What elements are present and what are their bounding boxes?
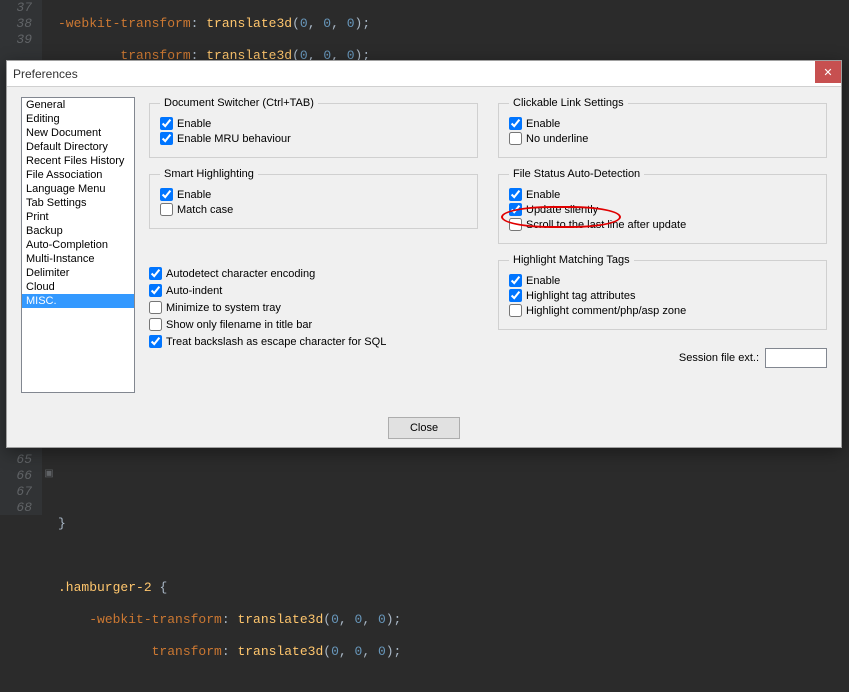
line-number: 39: [0, 32, 32, 48]
category-listbox[interactable]: GeneralEditingNew DocumentDefault Direct…: [21, 97, 135, 393]
group-legend: File Status Auto-Detection: [509, 168, 644, 180]
category-item[interactable]: New Document: [22, 126, 134, 140]
autodetect-encoding-checkbox[interactable]: Autodetect character encoding: [149, 267, 478, 280]
group-legend: Highlight Matching Tags: [509, 254, 634, 266]
session-ext-input[interactable]: [765, 348, 827, 368]
autoindent-checkbox[interactable]: Auto-indent: [149, 284, 478, 297]
close-button[interactable]: Close: [388, 417, 460, 439]
file-status-group: File Status Auto-Detection Enable Update…: [498, 168, 827, 244]
highlight-tags-group: Highlight Matching Tags Enable Highlight…: [498, 254, 827, 330]
category-item[interactable]: Editing: [22, 112, 134, 126]
clickable-link-group: Clickable Link Settings Enable No underl…: [498, 97, 827, 158]
group-legend: Smart Highlighting: [160, 168, 258, 180]
backslash-sql-checkbox[interactable]: Treat backslash as escape character for …: [149, 335, 478, 348]
smart-highlight-enable-checkbox[interactable]: Enable: [160, 188, 467, 201]
category-item[interactable]: Auto-Completion: [22, 238, 134, 252]
matchtags-comment-checkbox[interactable]: Highlight comment/php/asp zone: [509, 304, 816, 317]
line-number: 37: [0, 0, 32, 16]
document-switcher-group: Document Switcher (Ctrl+TAB) Enable Enab…: [149, 97, 478, 158]
minimize-tray-checkbox[interactable]: Minimize to system tray: [149, 301, 478, 314]
group-legend: Document Switcher (Ctrl+TAB): [160, 97, 318, 109]
smart-highlighting-group: Smart Highlighting Enable Match case: [149, 168, 478, 229]
filestatus-enable-checkbox[interactable]: Enable: [509, 188, 816, 201]
category-item[interactable]: Cloud: [22, 280, 134, 294]
preferences-dialog: Preferences ✕ GeneralEditingNew Document…: [6, 60, 842, 448]
category-item[interactable]: Language Menu: [22, 182, 134, 196]
filestatus-silent-checkbox[interactable]: Update silently: [509, 203, 816, 216]
line-number: 68: [0, 500, 32, 516]
category-item[interactable]: MISC.: [22, 294, 134, 308]
category-item[interactable]: Default Directory: [22, 140, 134, 154]
category-item[interactable]: Tab Settings: [22, 196, 134, 210]
category-item[interactable]: General: [22, 98, 134, 112]
category-item[interactable]: Delimiter: [22, 266, 134, 280]
line-number: 65: [0, 452, 32, 468]
filename-titlebar-checkbox[interactable]: Show only filename in title bar: [149, 318, 478, 331]
clickable-nounderline-checkbox[interactable]: No underline: [509, 132, 816, 145]
close-icon[interactable]: ✕: [815, 61, 841, 83]
group-legend: Clickable Link Settings: [509, 97, 628, 109]
doc-switcher-enable-checkbox[interactable]: Enable: [160, 117, 467, 130]
doc-switcher-mru-checkbox[interactable]: Enable MRU behaviour: [160, 132, 467, 145]
category-item[interactable]: Recent Files History: [22, 154, 134, 168]
fold-marker-icon[interactable]: ▣: [44, 468, 54, 480]
clickable-enable-checkbox[interactable]: Enable: [509, 117, 816, 130]
misc-options: Autodetect character encoding Auto-inden…: [149, 263, 478, 352]
category-item[interactable]: Multi-Instance: [22, 252, 134, 266]
line-number: 67: [0, 484, 32, 500]
category-item[interactable]: Print: [22, 210, 134, 224]
line-number: 66: [0, 468, 32, 484]
matchtags-enable-checkbox[interactable]: Enable: [509, 274, 816, 287]
matchtags-attrs-checkbox[interactable]: Highlight tag attributes: [509, 289, 816, 302]
category-item[interactable]: File Association: [22, 168, 134, 182]
settings-panel: Document Switcher (Ctrl+TAB) Enable Enab…: [149, 97, 827, 411]
line-number: 38: [0, 16, 32, 32]
dialog-titlebar[interactable]: Preferences ✕: [7, 61, 841, 87]
session-ext-label: Session file ext.:: [679, 352, 759, 364]
category-item[interactable]: Backup: [22, 224, 134, 238]
dialog-title: Preferences: [13, 67, 78, 81]
filestatus-scroll-checkbox[interactable]: Scroll to the last line after update: [509, 218, 816, 231]
smart-highlight-matchcase-checkbox[interactable]: Match case: [160, 203, 467, 216]
session-ext-row: Session file ext.:: [498, 348, 827, 368]
